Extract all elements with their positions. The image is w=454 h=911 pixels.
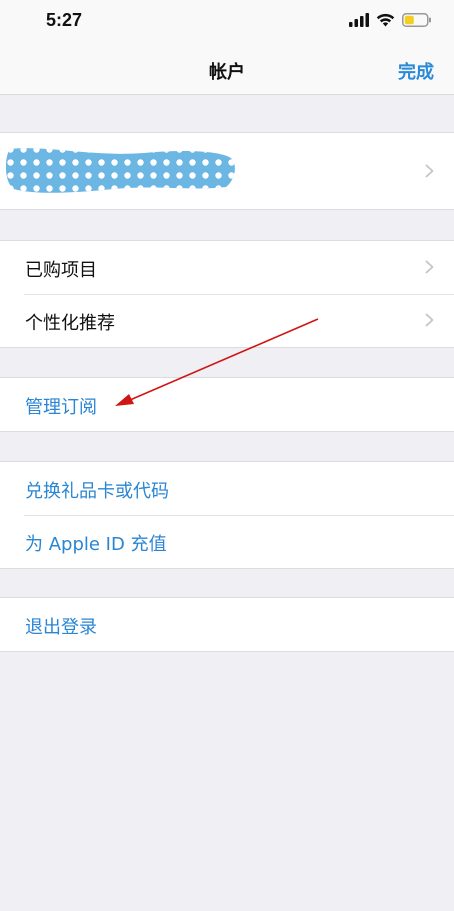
row-label: 个性化推荐 bbox=[25, 313, 115, 334]
row-label: 管理订阅 bbox=[25, 397, 97, 418]
chevron-right-icon bbox=[425, 164, 434, 178]
status-bar: 5:27 bbox=[0, 0, 454, 44]
chevron-right-icon bbox=[425, 313, 434, 327]
profile-row[interactable] bbox=[0, 133, 454, 209]
row-purchased[interactable]: 已购项目 bbox=[0, 241, 454, 294]
profile-group bbox=[0, 132, 454, 210]
row-label: 退出登录 bbox=[25, 617, 97, 638]
wifi-icon bbox=[376, 13, 395, 27]
chevron-right-icon bbox=[425, 260, 434, 274]
row-personalized-recommendations[interactable]: 个性化推荐 bbox=[0, 294, 454, 347]
row-label: 为 Apple ID 充值 bbox=[25, 534, 167, 555]
done-button[interactable]: 完成 bbox=[398, 58, 434, 84]
row-manage-subscriptions[interactable]: 管理订阅 bbox=[0, 378, 454, 431]
purchases-group: 已购项目 个性化推荐 bbox=[0, 240, 454, 348]
signal-icon bbox=[349, 13, 369, 27]
subscriptions-group: 管理订阅 bbox=[0, 377, 454, 432]
sign-out-group: 退出登录 bbox=[0, 597, 454, 652]
row-redeem-gift-card[interactable]: 兑换礼品卡或代码 bbox=[0, 462, 454, 515]
gift-card-group: 兑换礼品卡或代码 为 Apple ID 充值 bbox=[0, 461, 454, 569]
nav-bar: 帐户 完成 bbox=[0, 44, 454, 95]
page-title: 帐户 bbox=[209, 62, 245, 83]
screen: 5:27 帐户 完成 已购项目 个性化推荐 管理订阅 兑换礼品卡或代码 为 Ap… bbox=[0, 0, 454, 911]
status-time: 5:27 bbox=[46, 10, 83, 30]
row-sign-out[interactable]: 退出登录 bbox=[0, 598, 454, 651]
redaction-patch bbox=[5, 148, 235, 193]
row-label: 兑换礼品卡或代码 bbox=[25, 481, 169, 502]
row-label: 已购项目 bbox=[25, 260, 97, 281]
status-icons bbox=[349, 13, 432, 27]
battery-icon bbox=[402, 13, 431, 27]
row-add-funds[interactable]: 为 Apple ID 充值 bbox=[0, 515, 454, 568]
